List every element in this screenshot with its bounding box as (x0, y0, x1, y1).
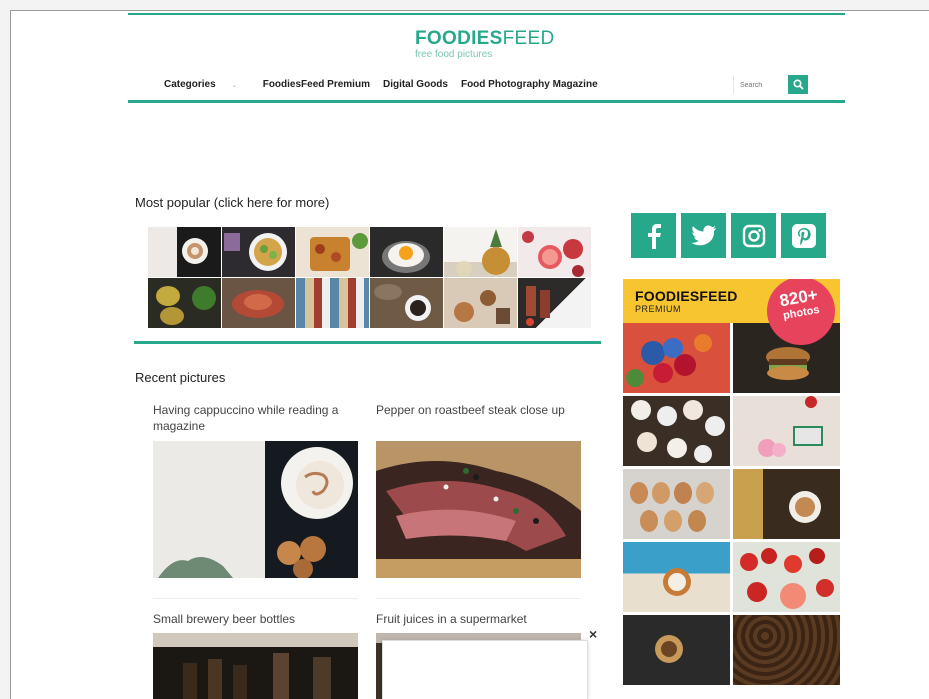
logo-bold: FOODIES (415, 28, 503, 49)
instagram-button[interactable] (731, 213, 776, 258)
pizza-image (310, 233, 368, 271)
header-divider (128, 100, 845, 103)
tea-image (454, 290, 510, 324)
twitter-icon (690, 225, 716, 245)
popular-thumb[interactable] (148, 227, 221, 277)
nav-item-magazine[interactable]: Food Photography Magazine (461, 79, 598, 90)
crab-image (232, 290, 284, 318)
post-separator (153, 598, 358, 599)
premium-banner[interactable]: FOODIESFEED PREMIUM 820+ photos (623, 279, 840, 699)
post-title-4[interactable]: Fruit juices in a supermarket (376, 611, 576, 627)
coffee-image (374, 284, 431, 321)
search-button[interactable] (788, 75, 808, 94)
logo-tagline: free food pictures (415, 49, 493, 60)
popular-thumb[interactable] (296, 227, 369, 277)
premium-photo (623, 323, 730, 393)
popular-grid (148, 227, 591, 328)
cappuccino-photo (153, 441, 358, 578)
nav-item-premium[interactable]: FoodiesFeed Premium (263, 79, 370, 90)
nav-item-categories[interactable]: Categories ⌄ (164, 79, 250, 90)
post-title-2[interactable]: Pepper on roastbeef steak close up (376, 402, 576, 418)
premium-photo (623, 615, 730, 685)
facebook-icon (647, 223, 661, 249)
popular-heading[interactable]: Most popular (click here for more) (135, 195, 329, 210)
premium-photo-grid (623, 323, 840, 685)
close-icon[interactable]: × (589, 626, 597, 642)
post-image-3[interactable] (153, 633, 358, 699)
search-icon (792, 79, 804, 90)
popular-thumb[interactable] (518, 227, 591, 277)
pinterest-icon (791, 223, 816, 248)
popular-thumb[interactable] (370, 278, 443, 328)
premium-photo (623, 396, 730, 466)
nav-label: Categories (164, 79, 216, 90)
post-title-1[interactable]: Having cappuccino while reading a magazi… (153, 402, 363, 434)
instagram-icon (742, 224, 765, 247)
premium-photo (733, 615, 840, 685)
cup-image (182, 238, 208, 264)
search-input[interactable] (733, 76, 785, 94)
top-accent-line (128, 13, 845, 15)
steak-photo (376, 441, 581, 578)
pineapple-image (456, 229, 510, 277)
premium-title: FOODIESFEED (635, 288, 738, 304)
popular-thumb[interactable] (444, 278, 517, 328)
premium-subtitle: PREMIUM (635, 304, 681, 314)
post-separator (376, 598, 581, 599)
popular-thumb[interactable] (296, 278, 369, 328)
main-nav: Categories ⌄ FoodiesFeed Premium Digital … (164, 79, 611, 90)
post-title-3[interactable]: Small brewery beer bottles (153, 611, 363, 627)
post-image-1[interactable] (153, 441, 358, 578)
premium-photo (623, 469, 730, 539)
site-logo[interactable]: FOODIESFEED free food pictures (415, 28, 565, 61)
ad-popup[interactable] (382, 640, 588, 699)
premium-photo (733, 396, 840, 466)
pinterest-button[interactable] (781, 213, 826, 258)
popular-thumb[interactable] (222, 278, 295, 328)
skewers-image (526, 286, 550, 326)
beer-photo (153, 633, 358, 699)
logo-light: FEED (502, 28, 555, 49)
nav-item-digital-goods[interactable]: Digital Goods (383, 79, 448, 90)
premium-photo (733, 542, 840, 612)
post-image-2[interactable] (376, 441, 581, 578)
premium-photo (623, 542, 730, 612)
popular-thumb[interactable] (222, 227, 295, 277)
popular-thumb[interactable] (444, 227, 517, 277)
soup-image (224, 233, 287, 271)
social-links (631, 213, 826, 258)
premium-photo (733, 469, 840, 539)
recent-heading: Recent pictures (135, 370, 226, 385)
facebook-button[interactable] (631, 213, 676, 258)
potatoes-image (156, 286, 216, 325)
chevron-down-icon: ⌄ (231, 83, 237, 89)
popular-thumb[interactable] (518, 278, 591, 328)
popular-thumb[interactable] (148, 278, 221, 328)
popular-thumb[interactable] (370, 227, 443, 277)
egg-image (382, 241, 430, 273)
grapefruit-image (522, 231, 584, 277)
section-divider (134, 341, 601, 344)
twitter-button[interactable] (681, 213, 726, 258)
